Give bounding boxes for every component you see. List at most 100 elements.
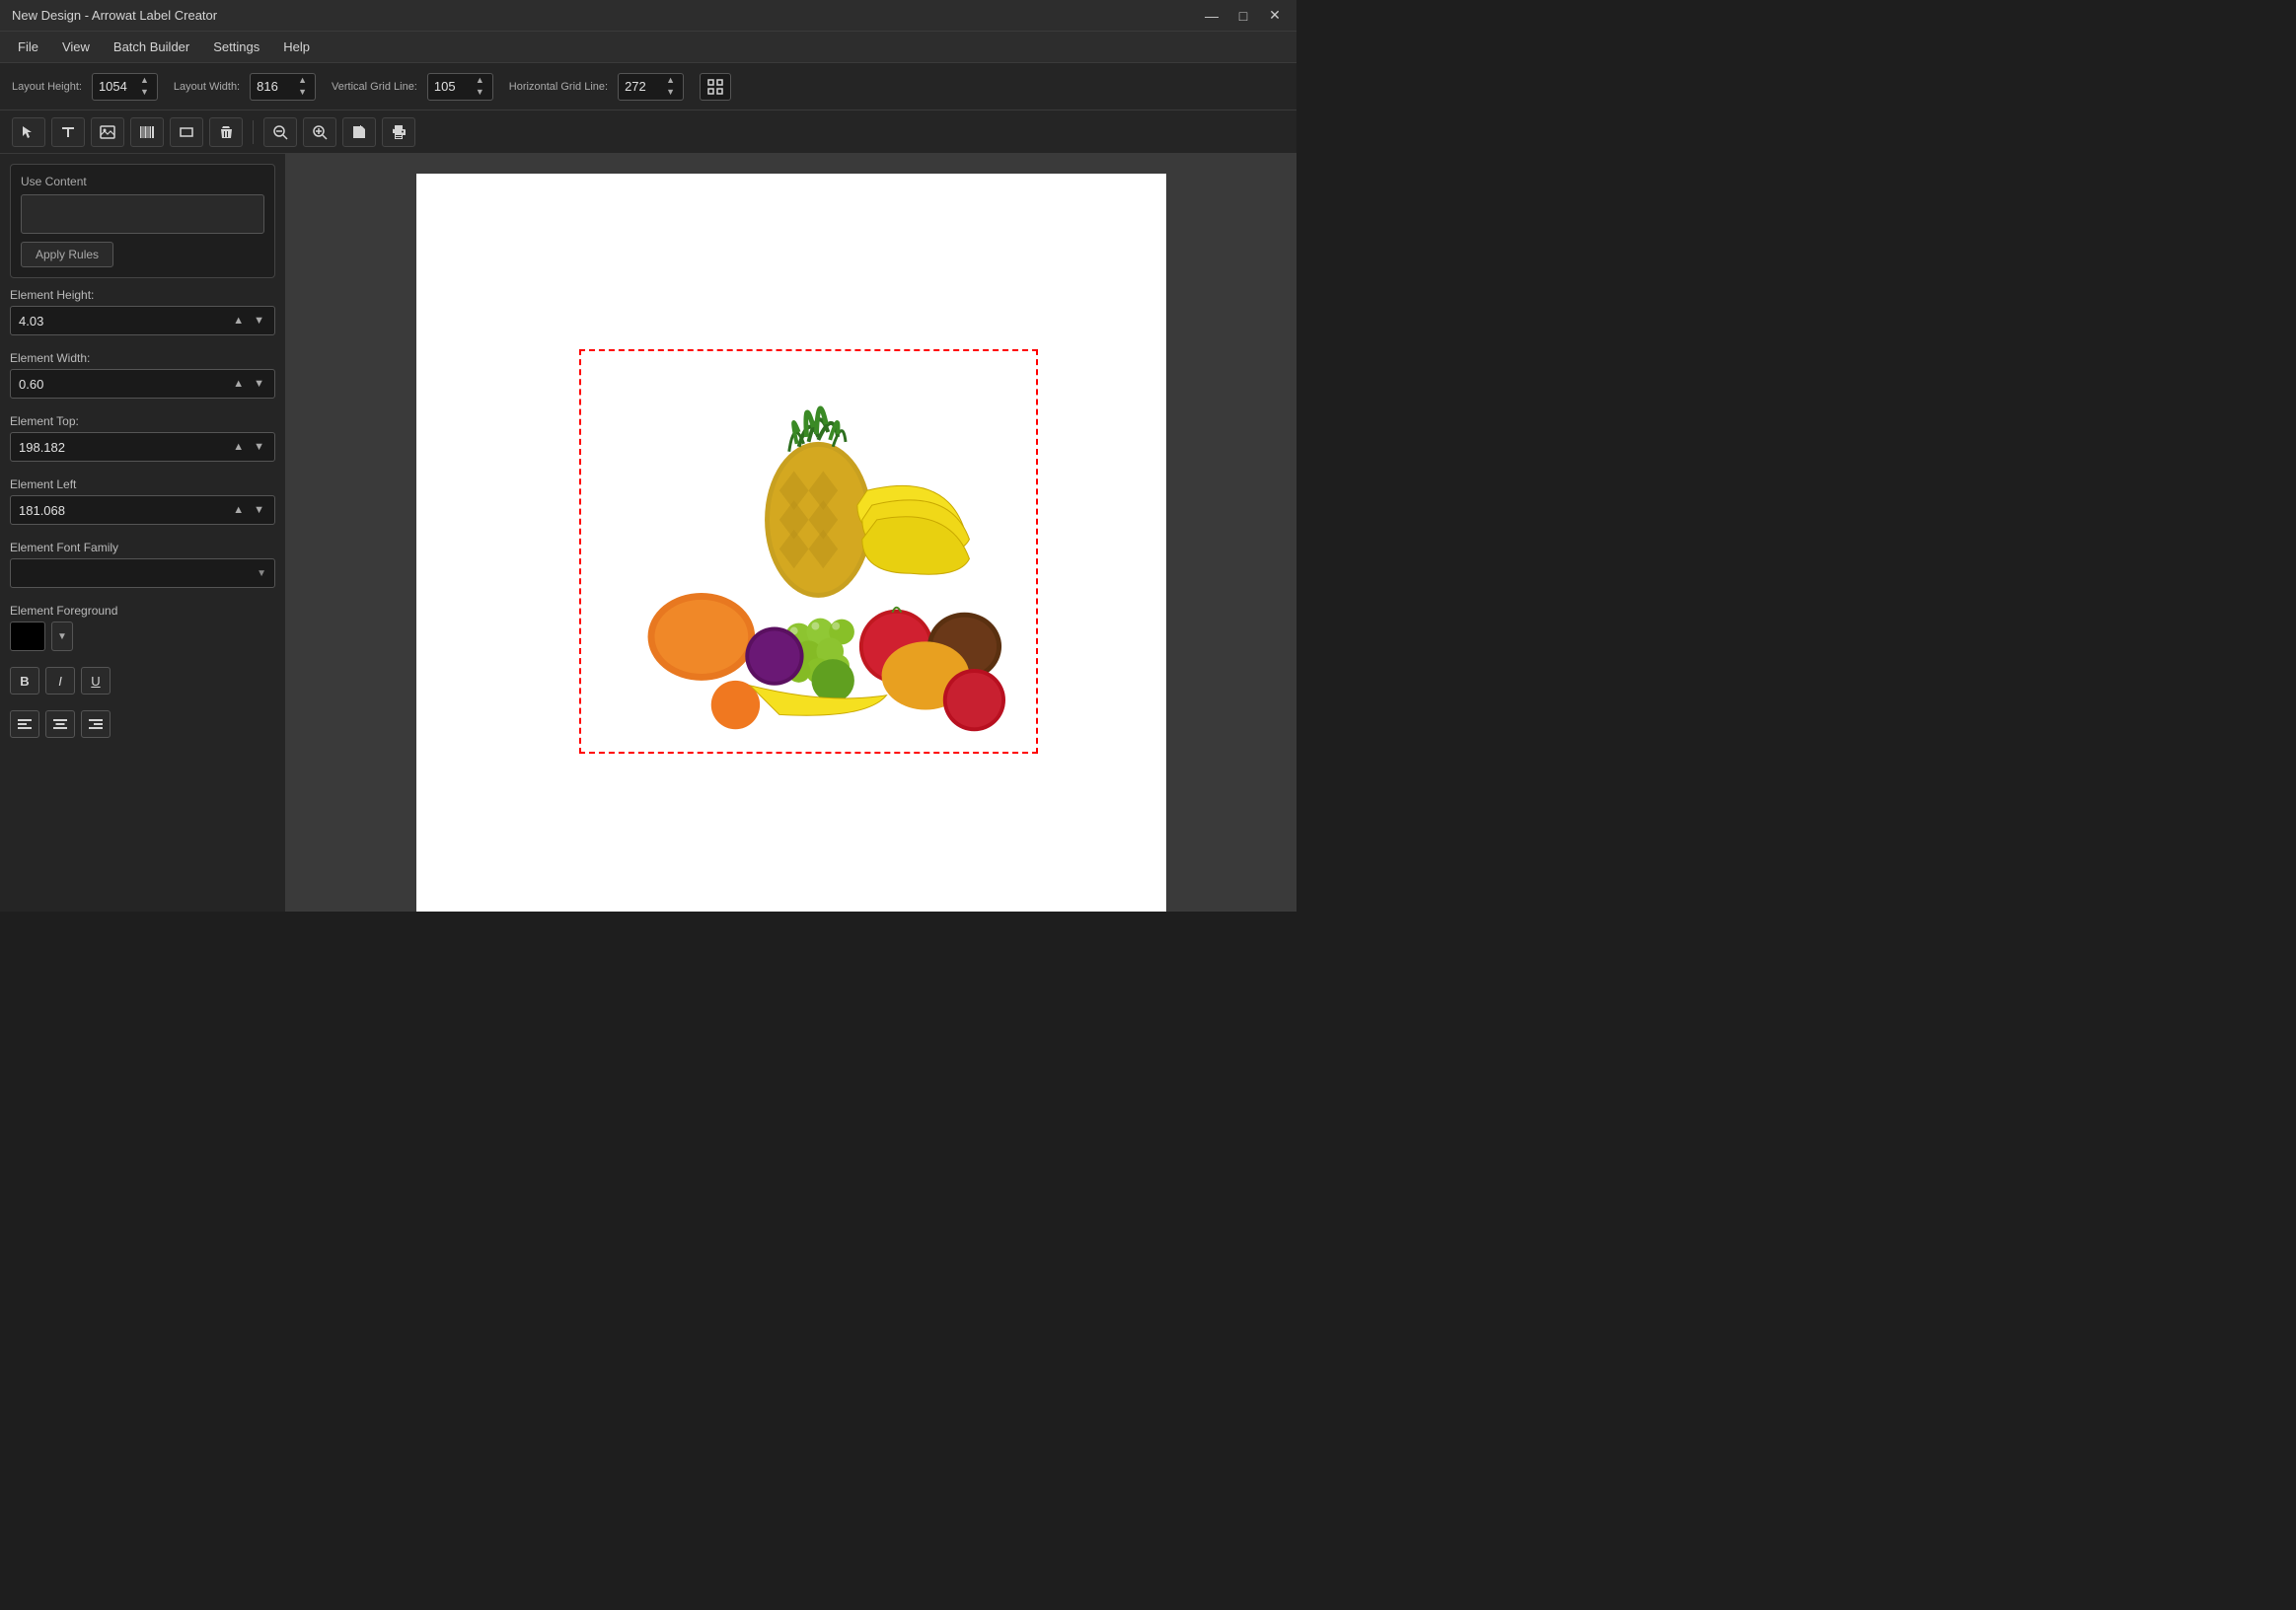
menu-help[interactable]: Help [273, 36, 320, 58]
vertical-grid-spinner[interactable]: 105 ▲ ▼ [427, 73, 493, 101]
use-content-section: Use Content Apply Rules [10, 164, 275, 278]
canvas-paper [416, 174, 1166, 912]
element-font-dropdown[interactable]: ▼ [10, 558, 275, 588]
element-height-down[interactable]: ▼ [252, 313, 266, 329]
element-top-value: 198.182 [19, 440, 231, 455]
element-left-arrows: ▲ ▼ [231, 502, 266, 518]
layout-height-group: Layout Height: 1054 ▲ ▼ [12, 73, 158, 101]
element-foreground-control: ▼ [10, 622, 275, 651]
align-right-button[interactable] [81, 710, 111, 738]
underline-button[interactable]: U [81, 667, 111, 695]
use-content-textarea[interactable] [21, 194, 264, 234]
apply-rules-button[interactable]: Apply Rules [21, 242, 113, 267]
zoom-out-tool[interactable] [263, 117, 297, 147]
dropdown-arrow-icon: ▼ [257, 568, 266, 579]
fruit-image [584, 354, 1033, 749]
layout-width-group: Layout Width: 816 ▲ ▼ [174, 73, 316, 101]
text-tool[interactable] [51, 117, 85, 147]
menubar: File View Batch Builder Settings Help [0, 32, 1296, 63]
layout-width-up[interactable]: ▲ [296, 75, 309, 86]
foreground-color-swatch[interactable] [10, 622, 45, 651]
main-content: Use Content Apply Rules Element Height: … [0, 154, 1296, 912]
element-width-up[interactable]: ▲ [231, 376, 246, 392]
app-title: New Design - Arrowat Label Creator [12, 8, 217, 23]
foreground-color-dropdown[interactable]: ▼ [51, 622, 73, 651]
element-font-label: Element Font Family [10, 541, 275, 554]
element-top-label: Element Top: [10, 414, 275, 428]
element-width-row: Element Width: 0.60 ▲ ▼ [10, 351, 275, 399]
layout-width-value: 816 [257, 79, 292, 94]
layout-height-up[interactable]: ▲ [138, 75, 151, 86]
canvas-area[interactable] [286, 154, 1296, 912]
horizontal-grid-spinner[interactable]: 272 ▲ ▼ [618, 73, 684, 101]
layout-height-label: Layout Height: [12, 81, 82, 93]
toolbar-row: Layout Height: 1054 ▲ ▼ Layout Width: 81… [0, 63, 1296, 110]
menu-view[interactable]: View [52, 36, 100, 58]
horizontal-grid-label: Horizontal Grid Line: [509, 81, 608, 93]
text-align-row [10, 710, 275, 738]
layout-width-down[interactable]: ▼ [296, 87, 309, 98]
vertical-grid-value: 105 [434, 79, 470, 94]
element-height-arrows: ▲ ▼ [231, 313, 266, 329]
vertical-grid-group: Vertical Grid Line: 105 ▲ ▼ [332, 73, 493, 101]
menu-file[interactable]: File [8, 36, 48, 58]
minimize-button[interactable]: — [1202, 7, 1222, 24]
bold-button[interactable]: B [10, 667, 39, 695]
element-height-up[interactable]: ▲ [231, 313, 246, 329]
element-width-arrows: ▲ ▼ [231, 376, 266, 392]
horizontal-grid-group: Horizontal Grid Line: 272 ▲ ▼ [509, 73, 684, 101]
element-left-control[interactable]: 181.068 ▲ ▼ [10, 495, 275, 525]
tools-row [0, 110, 1296, 154]
tools-separator-1 [253, 120, 254, 144]
layout-width-arrows: ▲ ▼ [296, 75, 309, 98]
element-foreground-row: Element Foreground ▼ [10, 604, 275, 651]
element-width-control[interactable]: 0.60 ▲ ▼ [10, 369, 275, 399]
vertical-grid-down[interactable]: ▼ [474, 87, 486, 98]
save-tool[interactable] [342, 117, 376, 147]
barcode-tool[interactable] [130, 117, 164, 147]
element-height-control[interactable]: 4.03 ▲ ▼ [10, 306, 275, 335]
horizontal-grid-down[interactable]: ▼ [664, 87, 677, 98]
vertical-grid-arrows: ▲ ▼ [474, 75, 486, 98]
element-width-down[interactable]: ▼ [252, 376, 266, 392]
element-top-up[interactable]: ▲ [231, 439, 246, 455]
element-top-down[interactable]: ▼ [252, 439, 266, 455]
rectangle-tool[interactable] [170, 117, 203, 147]
layout-height-down[interactable]: ▼ [138, 87, 151, 98]
vertical-grid-label: Vertical Grid Line: [332, 81, 417, 93]
layout-width-spinner[interactable]: 816 ▲ ▼ [250, 73, 316, 101]
element-top-control[interactable]: 198.182 ▲ ▼ [10, 432, 275, 462]
element-top-arrows: ▲ ▼ [231, 439, 266, 455]
pointer-tool[interactable] [12, 117, 45, 147]
element-left-row: Element Left 181.068 ▲ ▼ [10, 477, 275, 525]
align-center-button[interactable] [45, 710, 75, 738]
element-left-value: 181.068 [19, 503, 231, 518]
maximize-button[interactable]: □ [1233, 7, 1253, 24]
horizontal-grid-arrows: ▲ ▼ [664, 75, 677, 98]
layout-width-label: Layout Width: [174, 81, 240, 93]
element-left-up[interactable]: ▲ [231, 502, 246, 518]
use-content-label: Use Content [21, 175, 264, 188]
element-width-label: Element Width: [10, 351, 275, 365]
vertical-grid-up[interactable]: ▲ [474, 75, 486, 86]
align-left-button[interactable] [10, 710, 39, 738]
menu-settings[interactable]: Settings [203, 36, 269, 58]
delete-tool[interactable] [209, 117, 243, 147]
window-controls: — □ ✕ [1202, 7, 1285, 24]
text-format-row: B I U [10, 667, 275, 695]
element-foreground-label: Element Foreground [10, 604, 275, 618]
element-height-label: Element Height: [10, 288, 275, 302]
grid-toggle-button[interactable] [700, 73, 731, 101]
image-tool[interactable] [91, 117, 124, 147]
left-panel: Use Content Apply Rules Element Height: … [0, 154, 286, 912]
element-width-value: 0.60 [19, 377, 231, 392]
italic-button[interactable]: I [45, 667, 75, 695]
zoom-in-tool[interactable] [303, 117, 336, 147]
close-button[interactable]: ✕ [1265, 7, 1285, 24]
menu-batch-builder[interactable]: Batch Builder [104, 36, 199, 58]
layout-height-spinner[interactable]: 1054 ▲ ▼ [92, 73, 158, 101]
horizontal-grid-up[interactable]: ▲ [664, 75, 677, 86]
element-left-label: Element Left [10, 477, 275, 491]
element-left-down[interactable]: ▼ [252, 502, 266, 518]
print-tool[interactable] [382, 117, 415, 147]
